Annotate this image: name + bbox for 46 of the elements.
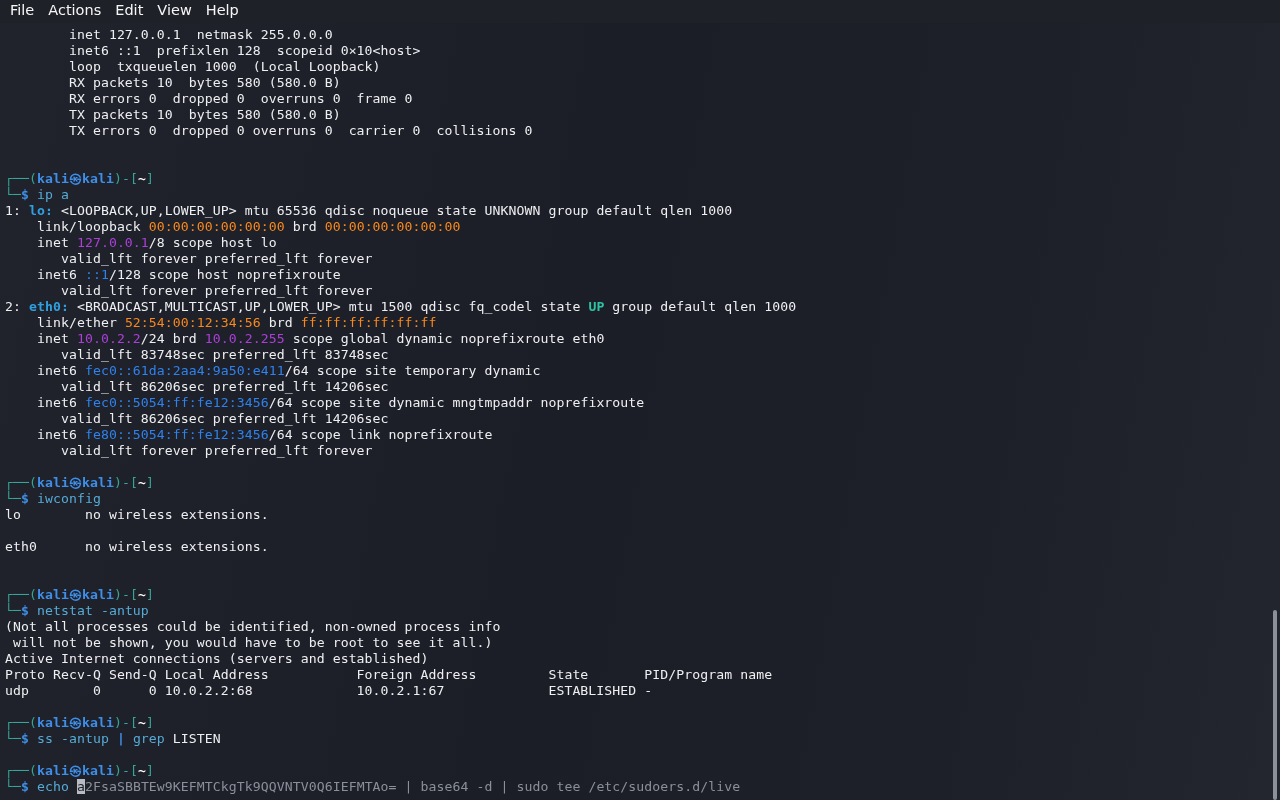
output-line: Proto Recv-Q Send-Q Local Address Foreign Address State PID/Program name — [5, 667, 773, 683]
prompt-line: ┌──(kali㉿kali)-[~] — [5, 475, 154, 491]
menu-item[interactable]: View — [150, 1, 199, 22]
prompt-line: ┌──(kali㉿kali)-[~] — [5, 587, 154, 603]
output-line: link/ether 52:54:00:12:34:56 brd ff:ff:ff:ff:ff:ff — [35, 315, 437, 331]
prompt-line: ┌──(kali㉿kali)-[~] — [5, 715, 154, 731]
output-line: inet6 fec0::61da:2aa4:9a50:e411/64 scope site temporary dynamic — [35, 363, 541, 379]
output-line: link/loopback 00:00:00:00:00:00 brd 00:00:00:00:00:00 — [35, 219, 461, 235]
command-line: └─$ ss -antup | grep LISTEN — [5, 731, 221, 747]
prompt-line: ┌──(kali㉿kali)-[~] — [5, 171, 154, 187]
menu-item[interactable]: File — [3, 1, 42, 22]
output-line: valid_lft 83748sec preferred_lft 83748sec — [59, 347, 389, 363]
output-line: TX errors 0 dropped 0 overruns 0 carrier 0 collisions 0 — [67, 123, 533, 139]
command-line: └─$ iwconfig — [5, 491, 101, 507]
scrollbar-thumb[interactable] — [1273, 610, 1277, 800]
command-line: └─$ netstat -antup — [5, 603, 149, 619]
output-line: loop txqueuelen 1000 (Local Loopback) — [67, 59, 381, 75]
output-line: 1: lo: <LOOPBACK,UP,LOWER_UP> mtu 65536 qdisc noqueue state UNKNOWN group default qlen 1000 — [5, 203, 733, 219]
output-line: lo no wireless extensions. — [5, 507, 269, 523]
menu-item[interactable]: Help — [198, 1, 246, 22]
prompt-line: ┌──(kali㉿kali)-[~] — [5, 763, 154, 779]
output-line: will not be shown, you would have to be root to see it all.) — [12, 635, 493, 651]
output-line: Active Internet connections (servers and established) — [5, 651, 429, 667]
menu-item[interactable]: Actions — [41, 1, 109, 22]
output-line: eth0 no wireless extensions. — [5, 539, 269, 555]
command-line: └─$ ip a — [5, 187, 69, 203]
output-line: TX packets 10 bytes 580 (580.0 B) — [67, 107, 341, 123]
output-line: valid_lft forever preferred_lft forever — [59, 443, 373, 459]
output-line: (Not all processes could be identified, non-owned process info — [5, 619, 501, 635]
command-line: └─$ echo a2FsaSBBTEw9KEFMTCkgTk9QQVNTV0Q6IEFMTAo= | base64 -d | sudo tee /etc/sudoers.d/live — [5, 779, 741, 795]
output-line: valid_lft forever preferred_lft forever — [59, 251, 373, 267]
output-line: inet 127.0.0.1 netmask 255.0.0.0 — [67, 27, 333, 43]
output-line: RX packets 10 bytes 580 (580.0 B) — [67, 75, 341, 91]
output-line: inet6 fe80::5054:ff:fe12:3456/64 scope link noprefixroute — [35, 427, 493, 443]
output-line: valid_lft 86206sec preferred_lft 14206sec — [59, 411, 389, 427]
output-line: inet6 ::1/128 scope host noprefixroute — [35, 267, 341, 283]
output-line: udp 0 0 10.0.2.2:68 10.0.2.1:67 ESTABLISHED - — [5, 683, 653, 699]
output-line: valid_lft forever preferred_lft forever — [59, 283, 373, 299]
output-line: valid_lft 86206sec preferred_lft 14206sec — [59, 379, 389, 395]
output-line: inet6 ::1 prefixlen 128 scopeid 0×10<host> — [67, 43, 421, 59]
output-line: RX errors 0 dropped 0 overruns 0 frame 0 — [67, 91, 413, 107]
output-line: inet6 fec0::5054:ff:fe12:3456/64 scope site dynamic mngtmpaddr noprefixroute — [35, 395, 645, 411]
output-line: inet 10.0.2.2/24 brd 10.0.2.255 scope global dynamic noprefixroute eth0 — [35, 331, 605, 347]
output-line: inet 127.0.0.1/8 scope host lo — [35, 235, 277, 251]
menu-item[interactable]: Edit — [108, 1, 151, 22]
output-line: 2: eth0: <BROADCAST,MULTICAST,UP,LOWER_UP> mtu 1500 qdisc fq_codel state UP group default qlen 1000 — [5, 299, 797, 315]
